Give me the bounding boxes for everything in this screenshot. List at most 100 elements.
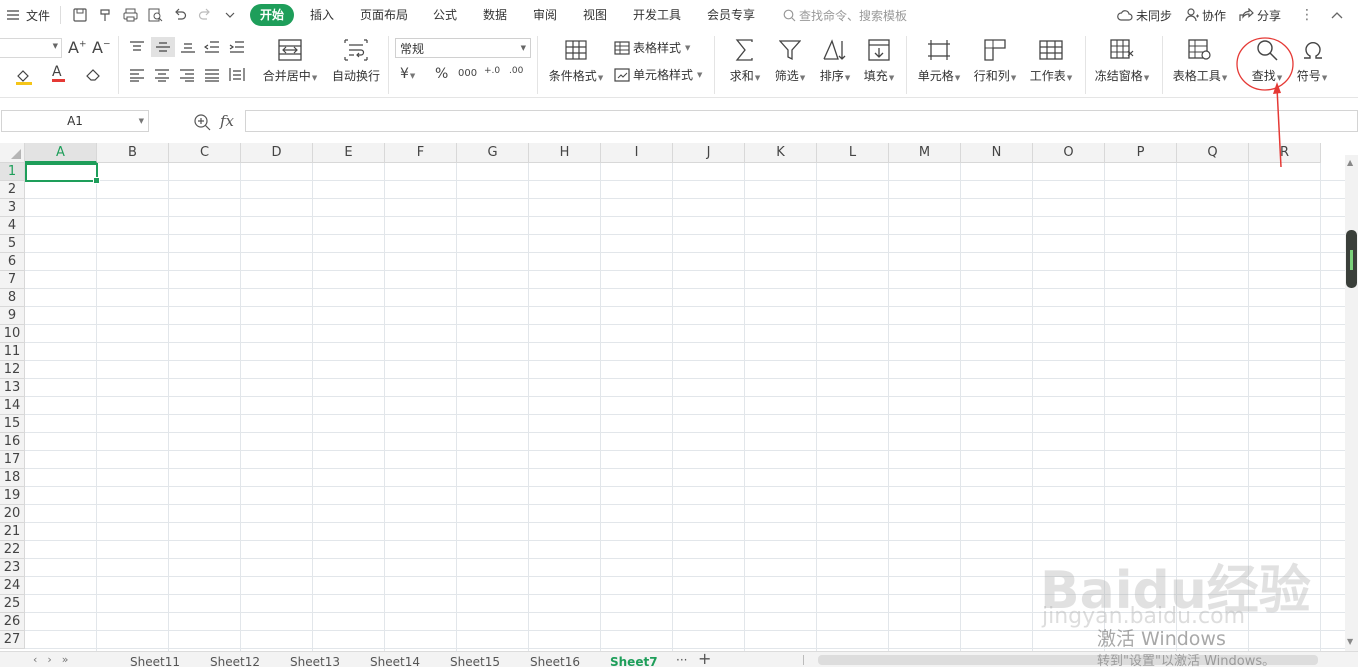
align-right-icon[interactable]: [179, 68, 195, 85]
column-header[interactable]: E: [313, 143, 385, 163]
tab-formulas[interactable]: 公式: [423, 4, 467, 26]
row-header[interactable]: 4: [0, 217, 25, 235]
wrap-text-button[interactable]: 自动换行: [329, 36, 383, 84]
row-header[interactable]: 23: [0, 559, 25, 577]
decrease-indent-icon[interactable]: [203, 40, 220, 57]
distributed-align-icon[interactable]: [229, 67, 245, 85]
row-col-button[interactable]: 行和列▼: [970, 36, 1020, 84]
redo-icon[interactable]: [193, 3, 217, 27]
table-style-button[interactable]: 表格样式 ▼: [614, 39, 690, 56]
align-center-icon[interactable]: [154, 68, 170, 85]
tab-review[interactable]: 审阅: [523, 4, 567, 26]
row-header[interactable]: 8: [0, 289, 25, 307]
column-header[interactable]: C: [169, 143, 241, 163]
tab-insert[interactable]: 插入: [300, 4, 344, 26]
decrease-decimal-button[interactable]: .00: [509, 67, 523, 76]
fill-color-icon[interactable]: [15, 67, 37, 88]
row-header[interactable]: 9: [0, 307, 25, 325]
align-middle-icon[interactable]: [151, 37, 175, 57]
row-header[interactable]: 20: [0, 505, 25, 523]
sort-button[interactable]: 排序▼: [815, 36, 855, 84]
tab-home[interactable]: 开始: [250, 4, 295, 26]
format-painter-icon[interactable]: [93, 3, 117, 27]
fill-button[interactable]: 填充▼: [859, 36, 899, 84]
add-sheet-icon[interactable]: +: [698, 649, 711, 668]
row-header[interactable]: 25: [0, 595, 25, 613]
tab-view[interactable]: 视图: [573, 4, 617, 26]
column-header[interactable]: Q: [1177, 143, 1249, 163]
column-header[interactable]: N: [961, 143, 1033, 163]
font-color-icon[interactable]: A: [52, 64, 65, 82]
row-header[interactable]: 5: [0, 235, 25, 253]
align-bottom-icon[interactable]: [180, 40, 196, 57]
row-header[interactable]: 3: [0, 199, 25, 217]
row-header[interactable]: 21: [0, 523, 25, 541]
scroll-up-icon[interactable]: ▲: [1347, 158, 1353, 167]
align-top-icon[interactable]: [129, 40, 145, 57]
row-header[interactable]: 6: [0, 253, 25, 271]
clear-format-icon[interactable]: [85, 67, 103, 84]
column-header[interactable]: I: [601, 143, 673, 163]
row-header[interactable]: 17: [0, 451, 25, 469]
worksheet-button[interactable]: 工作表▼: [1026, 36, 1076, 84]
increase-indent-icon[interactable]: [229, 40, 245, 57]
row-header[interactable]: 15: [0, 415, 25, 433]
cell-style-button[interactable]: 单元格样式 ▼: [614, 66, 702, 83]
filter-button[interactable]: 筛选▼: [770, 36, 810, 84]
fx-icon[interactable]: fx: [220, 112, 234, 130]
scroll-thumb[interactable]: [1346, 230, 1357, 288]
column-header[interactable]: G: [457, 143, 529, 163]
column-header[interactable]: K: [745, 143, 817, 163]
more-sheets-icon[interactable]: ···: [676, 653, 687, 667]
column-header[interactable]: D: [241, 143, 313, 163]
percent-button[interactable]: %: [435, 66, 448, 82]
row-header[interactable]: 13: [0, 379, 25, 397]
conditional-format-button[interactable]: 条件格式▼: [546, 36, 606, 84]
formula-input[interactable]: [245, 110, 1358, 132]
share-button[interactable]: 分享: [1239, 3, 1281, 27]
column-header[interactable]: F: [385, 143, 457, 163]
decrease-font-icon[interactable]: A−: [92, 38, 111, 57]
print-preview-icon[interactable]: [143, 3, 167, 27]
justify-icon[interactable]: [204, 68, 220, 85]
row-header[interactable]: 27: [0, 631, 25, 649]
name-box[interactable]: A1 ▼: [1, 110, 149, 132]
print-icon[interactable]: [118, 3, 142, 27]
zoom-function-icon[interactable]: [194, 114, 212, 134]
row-header[interactable]: 10: [0, 325, 25, 343]
sheet-nav-arrows[interactable]: ‹›»: [33, 653, 79, 666]
row-header[interactable]: 24: [0, 577, 25, 595]
column-header[interactable]: B: [97, 143, 169, 163]
sum-button[interactable]: 求和▼: [725, 36, 765, 84]
table-tools-button[interactable]: 表格工具▼: [1170, 36, 1230, 84]
row-header[interactable]: 19: [0, 487, 25, 505]
find-button[interactable]: 查找▼: [1247, 36, 1287, 84]
row-header[interactable]: 2: [0, 181, 25, 199]
more-options-icon[interactable]: ⋮: [1300, 8, 1314, 22]
customize-dropdown-icon[interactable]: [218, 3, 242, 27]
column-header[interactable]: H: [529, 143, 601, 163]
thousands-separator-button[interactable]: 000: [458, 68, 477, 79]
row-header[interactable]: 22: [0, 541, 25, 559]
column-header[interactable]: J: [673, 143, 745, 163]
save-icon[interactable]: [68, 3, 92, 27]
row-header[interactable]: 11: [0, 343, 25, 361]
align-left-icon[interactable]: [129, 68, 145, 85]
command-search[interactable]: 查找命令、搜索模板: [783, 3, 907, 27]
column-header[interactable]: L: [817, 143, 889, 163]
font-size-select[interactable]: ▼: [0, 38, 62, 58]
freeze-panes-button[interactable]: 冻结窗格▼: [1092, 36, 1152, 84]
symbol-button[interactable]: 符号▼: [1292, 36, 1332, 84]
row-header[interactable]: 12: [0, 361, 25, 379]
tab-page-layout[interactable]: 页面布局: [350, 4, 418, 26]
merge-center-button[interactable]: 合并居中▼: [260, 36, 320, 84]
file-menu[interactable]: 文件: [6, 3, 50, 27]
currency-icon[interactable]: ¥▼: [400, 66, 415, 82]
row-header[interactable]: 1: [0, 163, 25, 181]
collapse-ribbon-icon[interactable]: [1325, 3, 1349, 27]
row-header[interactable]: 16: [0, 433, 25, 451]
column-header[interactable]: O: [1033, 143, 1105, 163]
collab-button[interactable]: 协作: [1185, 3, 1226, 27]
selected-cell[interactable]: [25, 163, 100, 184]
select-all-corner[interactable]: [0, 143, 25, 163]
